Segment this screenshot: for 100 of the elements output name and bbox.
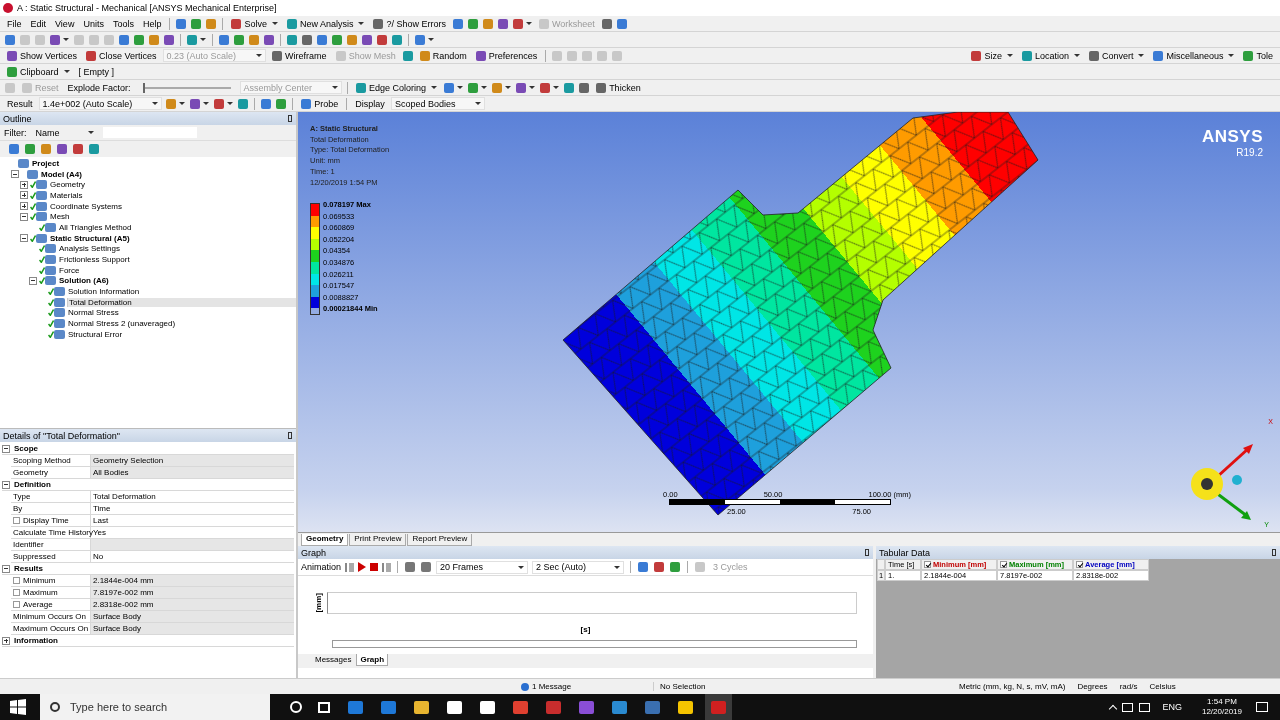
tool-button[interactable] <box>404 560 417 574</box>
tool-button[interactable] <box>669 560 682 574</box>
toolbar-button[interactable]: Thicken <box>593 80 644 95</box>
checkbox[interactable] <box>1076 561 1083 568</box>
expand-toggle[interactable] <box>2 444 10 453</box>
expand-toggle[interactable] <box>20 234 28 243</box>
toolbar-button[interactable]: ?/ Show Errors <box>370 16 449 31</box>
view-tab[interactable]: Geometry <box>301 534 349 546</box>
tool-button[interactable] <box>482 17 494 30</box>
toolbar-button[interactable]: Close Vertices <box>83 48 160 63</box>
panel-tab[interactable]: Graph <box>356 654 389 666</box>
tool-button[interactable] <box>118 33 130 46</box>
stop-icon[interactable] <box>370 563 379 571</box>
tool-button[interactable] <box>40 142 52 156</box>
toolbar-button[interactable]: Random <box>416 48 470 63</box>
menu-item[interactable]: Units <box>80 18 107 29</box>
clock-time[interactable]: 1:54 PM <box>1207 697 1237 707</box>
tool-button[interactable] <box>190 17 203 30</box>
next-frame-icon[interactable] <box>382 562 392 572</box>
panel-tab[interactable]: Messages <box>312 654 355 665</box>
tree-item[interactable]: Solution Information <box>67 287 141 297</box>
tree-item[interactable]: Normal Stress 2 (unaveraged) <box>67 319 177 329</box>
dropdown-tool-button[interactable] <box>467 81 489 94</box>
tool-button[interactable] <box>237 97 250 110</box>
toolbar-button[interactable]: Show Vertices <box>4 48 81 63</box>
tool-button[interactable] <box>233 33 245 46</box>
tool-button[interactable] <box>286 33 298 46</box>
dropdown[interactable]: Scoped Bodies <box>390 97 486 110</box>
tool-button[interactable] <box>361 33 373 46</box>
tool-button[interactable] <box>331 33 343 46</box>
language-indicator[interactable]: ENG <box>1162 702 1182 712</box>
tool-button[interactable] <box>600 17 613 30</box>
tree-item[interactable]: Static Structural (A5) <box>49 233 131 243</box>
dropdown-tool-button[interactable] <box>213 97 235 110</box>
units-status[interactable]: Metric (mm, kg, N, s, mV, mA) <box>953 682 1072 691</box>
clock-date[interactable]: 12/20/2019 <box>1201 707 1242 717</box>
tree-item[interactable]: Model (A4) <box>40 169 83 179</box>
tree-item[interactable]: Frictionless Support <box>58 255 131 265</box>
dropdown-tool-button[interactable] <box>539 81 561 94</box>
units-status[interactable]: rad/s <box>1113 682 1144 691</box>
tree-item[interactable]: Normal Stress <box>67 308 120 318</box>
pin-icon[interactable] <box>288 432 292 439</box>
tool-button[interactable] <box>391 33 403 46</box>
tool-button[interactable] <box>218 33 230 46</box>
tree-item[interactable]: Coordinate Systems <box>49 201 124 211</box>
dropdown-tool-button[interactable] <box>515 81 537 94</box>
tree-item[interactable]: Solution (A6) <box>58 276 110 286</box>
toolbar-button[interactable]: Wireframe <box>269 48 330 63</box>
filter-dropdown[interactable]: Name <box>32 127 97 138</box>
task-view-icon[interactable] <box>318 701 330 713</box>
toolbar-button[interactable]: Miscellaneous <box>1150 48 1238 63</box>
view-tab[interactable]: Report Preview <box>407 534 473 546</box>
menu-item[interactable]: Tools <box>109 18 137 29</box>
tool-button[interactable] <box>376 33 388 46</box>
tool-button[interactable] <box>24 142 36 156</box>
tool-button[interactable] <box>452 17 464 30</box>
windows-start-icon[interactable] <box>10 699 26 715</box>
checkbox[interactable] <box>924 561 931 568</box>
toolbar-button[interactable]: Edge Coloring <box>353 80 441 95</box>
tool-button[interactable] <box>163 33 175 46</box>
expand-toggle[interactable] <box>29 276 37 285</box>
tree-item[interactable]: Mesh <box>49 212 71 222</box>
tool-button[interactable] <box>615 17 628 30</box>
dropdown-tool-button[interactable] <box>443 81 465 94</box>
tree-item[interactable]: Geometry <box>49 180 87 190</box>
toolbar-button[interactable]: Size <box>968 48 1016 63</box>
dropdown-tool-button[interactable] <box>512 17 533 30</box>
tool-button[interactable] <box>653 560 666 574</box>
expand-toggle[interactable] <box>2 636 10 645</box>
search-field[interactable]: Type here to search <box>40 694 270 720</box>
tool-button[interactable] <box>563 81 576 94</box>
tool-button[interactable] <box>248 33 260 46</box>
toolbar-button[interactable]: New Analysis <box>283 16 368 31</box>
checkbox[interactable] <box>1000 561 1007 568</box>
tool-button[interactable] <box>467 17 479 30</box>
toolbar-button[interactable]: Convert <box>1085 48 1148 63</box>
tool-button[interactable] <box>637 560 650 574</box>
tool-button[interactable] <box>72 142 84 156</box>
tree-item[interactable]: All Triangles Method <box>58 222 133 232</box>
expand-toggle[interactable] <box>2 564 10 573</box>
tree-item[interactable]: Total Deformation <box>67 297 296 307</box>
expand-toggle[interactable] <box>20 191 28 200</box>
toolbar-button[interactable]: Tole <box>1240 48 1276 63</box>
menu-item[interactable]: File <box>4 18 25 29</box>
menu-item[interactable]: Help <box>139 18 165 29</box>
dropdown[interactable]: 2 Sec (Auto) <box>532 560 625 574</box>
pin-icon[interactable] <box>288 115 292 122</box>
tool-button[interactable] <box>260 97 273 110</box>
dropdown-tool-button[interactable] <box>491 81 513 94</box>
toolbar-button[interactable]: Preferences <box>472 48 541 63</box>
tool-button[interactable] <box>316 33 328 46</box>
dropdown-tool-button[interactable] <box>165 97 187 110</box>
units-status[interactable]: Celsius <box>1143 682 1182 691</box>
tree-item[interactable]: Materials <box>49 190 84 200</box>
dropdown-tool-button[interactable] <box>189 97 211 110</box>
menu-item[interactable]: Edit <box>27 18 50 29</box>
menu-item[interactable]: View <box>52 18 78 29</box>
toolbar-button[interactable]: Probe <box>298 96 342 111</box>
view-tab[interactable]: Print Preview <box>349 534 407 546</box>
dropdown-tool-button[interactable] <box>186 33 207 46</box>
